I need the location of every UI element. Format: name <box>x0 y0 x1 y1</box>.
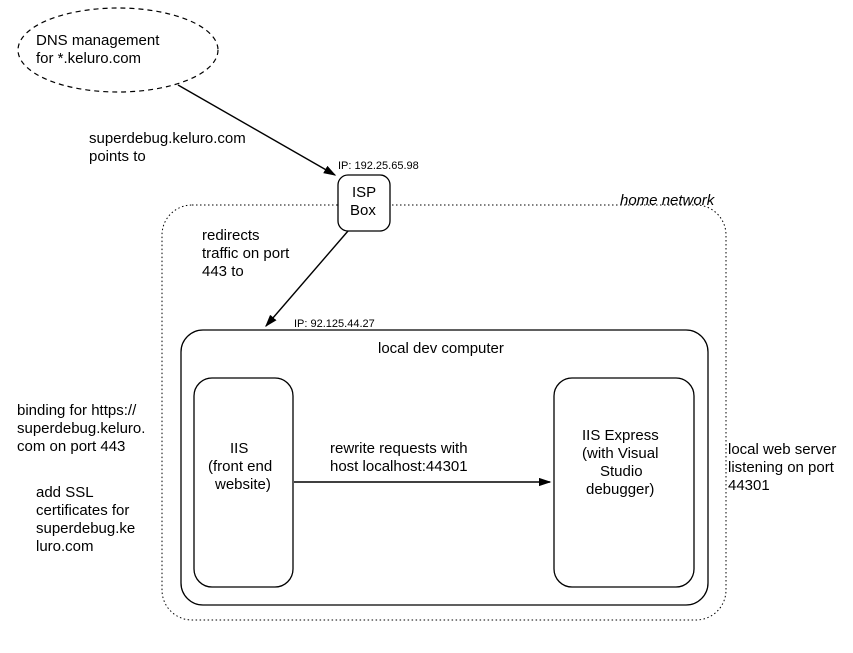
iis-line1: IIS <box>230 440 248 459</box>
binding-line2: superdebug.keluro. <box>17 420 145 439</box>
dns-title-line1: DNS management <box>36 32 159 51</box>
right-line3: 44301 <box>728 477 770 496</box>
rewrite-line1: rewrite requests with <box>330 440 468 459</box>
isp-arrow-line3: 443 to <box>202 263 244 282</box>
iis-line2: (front end <box>208 458 272 477</box>
isp-ip-label: IP: 192.25.65.98 <box>338 160 419 174</box>
rewrite-line2: host localhost:44301 <box>330 458 468 477</box>
ssl-line4: luro.com <box>36 538 94 557</box>
isp-line1: ISP <box>352 184 376 203</box>
home-network-label: home network <box>620 192 714 211</box>
iis-express-line4: debugger) <box>586 481 654 500</box>
dev-ip-label: IP: 92.125.44.27 <box>294 318 375 332</box>
dns-arrow-line1: superdebug.keluro.com <box>89 130 246 149</box>
iis-express-line1: IIS Express <box>582 427 659 446</box>
ssl-line1: add SSL <box>36 484 94 503</box>
iis-express-line2: (with Visual <box>582 445 658 464</box>
dns-arrow-line2: points to <box>89 148 146 167</box>
isp-line2: Box <box>350 202 376 221</box>
binding-line3: com on port 443 <box>17 438 125 457</box>
isp-arrow-line2: traffic on port <box>202 245 289 264</box>
binding-line1: binding for https:// <box>17 402 136 421</box>
ssl-line2: certificates for <box>36 502 129 521</box>
iis-line3: website) <box>215 476 271 495</box>
dev-title: local dev computer <box>378 340 504 359</box>
dns-title-line2: for *.keluro.com <box>36 50 141 69</box>
diagram-canvas <box>0 0 853 653</box>
iis-express-line3: Studio <box>600 463 643 482</box>
right-line1: local web server <box>728 441 836 460</box>
right-line2: listening on port <box>728 459 834 478</box>
ssl-line3: superdebug.ke <box>36 520 135 539</box>
isp-arrow-line1: redirects <box>202 227 260 246</box>
